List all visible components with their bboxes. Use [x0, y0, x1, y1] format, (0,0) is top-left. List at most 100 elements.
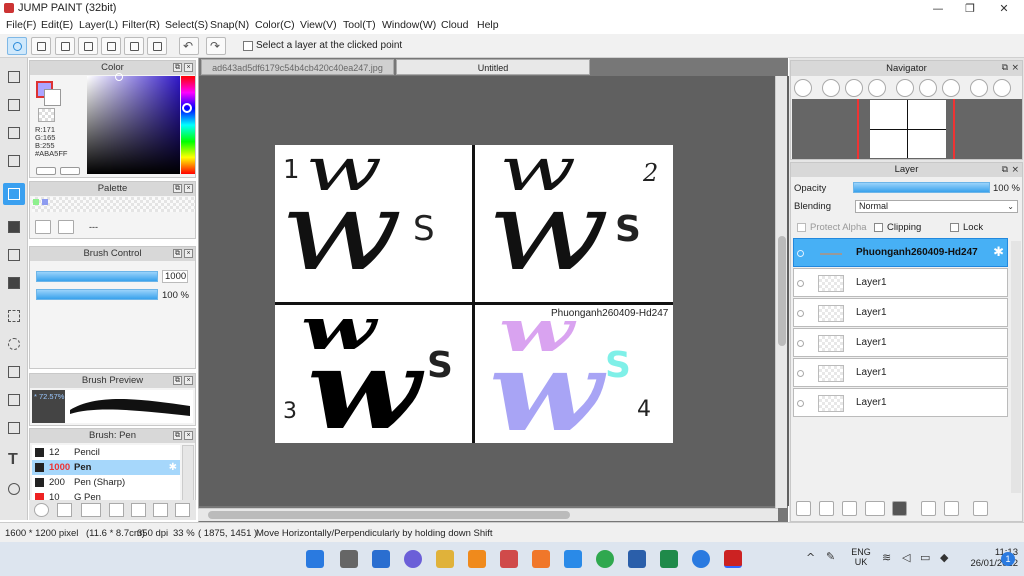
eraser-tool[interactable] [3, 94, 25, 116]
tray-chevron-icon[interactable]: ^ [806, 551, 815, 564]
magic-wand-tool[interactable] [3, 361, 25, 383]
layer-row[interactable]: Layer1 [793, 298, 1008, 327]
file-explorer-icon[interactable] [436, 550, 454, 568]
brush-duplicate-button[interactable] [153, 503, 168, 517]
list-button[interactable] [124, 37, 144, 55]
lock-checkbox[interactable] [950, 223, 959, 232]
menu-snap[interactable]: Snap(N) [210, 19, 249, 31]
brush-menu-button[interactable] [81, 503, 101, 517]
fit-window-button[interactable] [845, 79, 863, 97]
layer-list-scrollbar[interactable] [1011, 241, 1021, 493]
cloud-sync-button[interactable] [7, 37, 27, 55]
menu-select[interactable]: Select(S) [165, 19, 208, 31]
blending-mode-select[interactable]: Normal ⌄ [855, 200, 1018, 213]
brush-size-slider[interactable] [36, 271, 158, 282]
transparent-color-swatch[interactable] [38, 108, 55, 122]
scrollbar-thumb[interactable] [208, 511, 570, 519]
menu-window[interactable]: Window(W) [382, 19, 436, 31]
minimize-button[interactable]: — [922, 0, 954, 17]
chat-icon[interactable] [404, 550, 422, 568]
hue-knob[interactable] [182, 103, 192, 113]
scrollbar-thumb[interactable] [778, 236, 786, 346]
layer-clip-button[interactable] [944, 501, 959, 516]
brush-list-scrollbar[interactable] [182, 445, 194, 507]
zoom-fit-button[interactable] [794, 79, 812, 97]
panel-close-icon[interactable]: × [184, 184, 193, 193]
battery-icon[interactable]: ▭ [920, 551, 930, 564]
layer-folder-button[interactable] [892, 501, 907, 516]
panel-close-icon[interactable]: × [184, 376, 193, 385]
brush-settings-button[interactable] [34, 503, 49, 517]
saturation-value-picker[interactable] [87, 76, 180, 174]
flip-vertical-button[interactable] [993, 79, 1011, 97]
flip-horizontal-button[interactable] [970, 79, 988, 97]
message-button[interactable] [78, 37, 98, 55]
panel-float-icon[interactable]: ⧉ [173, 184, 182, 193]
vlc-icon[interactable] [468, 550, 486, 568]
navigator-view-frame[interactable] [857, 99, 955, 159]
menu-tool[interactable]: Tool(T) [343, 19, 376, 31]
tab-untitled[interactable]: Untitled [396, 59, 590, 75]
panel-float-icon[interactable]: ⧉ [173, 249, 182, 258]
new-layer-button[interactable] [796, 501, 811, 516]
palette-swatch-area[interactable] [32, 197, 195, 212]
duplicate-layer-button[interactable] [842, 501, 857, 516]
lasso-tool[interactable] [3, 333, 25, 355]
brush-item-pencil[interactable]: 12 Pencil [32, 445, 180, 460]
palette-swatch[interactable] [42, 199, 48, 205]
panel-close-icon[interactable]: × [1011, 163, 1019, 177]
redo-button[interactable]: ↷ [206, 37, 226, 55]
panel-float-icon[interactable]: ⧉ [173, 431, 182, 440]
fill-rect-tool[interactable] [3, 216, 25, 238]
visibility-icon[interactable] [797, 280, 804, 287]
menu-file[interactable]: File(F) [6, 19, 36, 31]
merge-layer-button[interactable] [921, 501, 936, 516]
clipping-checkbox[interactable] [874, 223, 883, 232]
layer-menu-button[interactable] [865, 501, 885, 516]
color-mode-button[interactable] [36, 167, 56, 175]
app-icon[interactable] [532, 550, 550, 568]
layer-settings-gear-icon[interactable]: ✱ [993, 245, 1004, 260]
brush-folder-button[interactable] [131, 503, 146, 517]
notification-badge[interactable]: 1 [1001, 552, 1015, 566]
palette-delete-button[interactable] [58, 220, 74, 234]
panel-float-icon[interactable]: ⧉ [1002, 61, 1008, 76]
layer-row[interactable]: Phuonganh260409-Hd247 ✱ [793, 238, 1008, 267]
rotate-right-button[interactable] [942, 79, 960, 97]
drawing-canvas[interactable]: 1 w w S w 2 w S w w S 3 Phuonganh260409-… [275, 135, 673, 456]
canvas-horizontal-scrollbar[interactable] [198, 508, 778, 521]
panel-close-icon[interactable]: × [184, 63, 193, 72]
menu-layer[interactable]: Layer(L) [79, 19, 118, 31]
menu-view[interactable]: View(V) [300, 19, 337, 31]
select-rect-tool[interactable] [3, 305, 25, 327]
panel-close-icon[interactable]: × [184, 249, 193, 258]
panel-float-icon[interactable]: ⧉ [1002, 163, 1008, 177]
excel-icon[interactable] [660, 550, 678, 568]
palette-swatch[interactable] [33, 199, 39, 205]
jump-paint-taskbar-icon[interactable] [724, 550, 742, 568]
wifi-icon[interactable]: ≋ [882, 551, 891, 564]
brush-size-value[interactable]: 1000 [162, 270, 188, 283]
new-layer-copy-button[interactable] [819, 501, 834, 516]
menu-edit[interactable]: Edit(E) [41, 19, 73, 31]
volume-icon[interactable]: ◁ [902, 551, 910, 564]
menu-cloud[interactable]: Cloud [441, 19, 468, 31]
brush-item-g-pen[interactable]: 10 G Pen [32, 490, 180, 500]
word-icon[interactable] [628, 550, 646, 568]
brush-opacity-slider[interactable] [36, 289, 158, 300]
bucket-tool[interactable] [3, 244, 25, 266]
panel-close-icon[interactable]: × [184, 431, 193, 440]
tab-image-file[interactable]: ad643ad5df6179c54b4cb420c40ea247.jpg [201, 59, 394, 75]
task-view-icon[interactable] [372, 550, 390, 568]
close-button[interactable]: ✕ [988, 0, 1020, 17]
zoom-out-button[interactable] [868, 79, 886, 97]
background-color-swatch[interactable] [44, 89, 61, 106]
brush-delete-button[interactable] [175, 503, 190, 517]
layer-row[interactable]: Layer1 [793, 388, 1008, 417]
page-button[interactable] [101, 37, 121, 55]
reset-view-button[interactable] [919, 79, 937, 97]
visibility-icon[interactable] [797, 250, 804, 257]
menu-help[interactable]: Help [477, 19, 499, 31]
pen-tray-icon[interactable]: ✎ [826, 550, 835, 563]
color-swap-button[interactable] [60, 167, 80, 175]
